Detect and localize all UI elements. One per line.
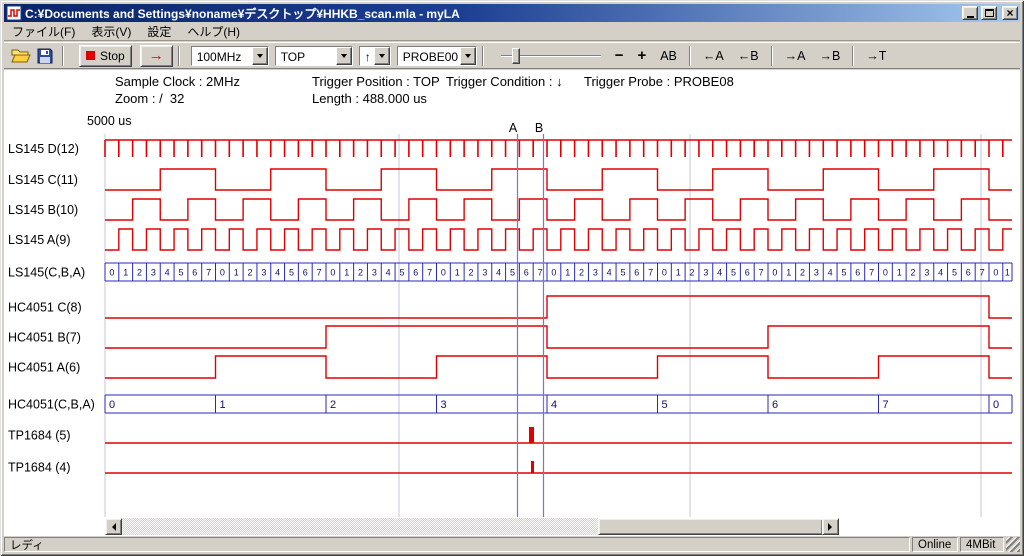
trigger-probe-info: Trigger Probe : PROBE08 (584, 74, 734, 89)
window-title: C:¥Documents and Settings¥noname¥デスクトップ¥… (25, 5, 959, 22)
zoom-slider-handle[interactable] (512, 48, 520, 64)
ab-markers-button[interactable]: AB (656, 47, 681, 65)
trigger-edge-combo[interactable]: ↑ (359, 46, 391, 66)
menu-item-help[interactable]: ヘルプ(H) (179, 21, 248, 42)
toolbar-separator (689, 46, 691, 66)
chevron-down-icon (465, 54, 471, 58)
open-folder-icon (11, 48, 31, 64)
trigger-probe-combo-dropdown[interactable] (460, 47, 476, 65)
run-button[interactable]: → (140, 45, 173, 67)
status-online: Online (912, 537, 958, 552)
trigger-position-combo-value: TOP (276, 47, 336, 65)
chevron-down-icon (257, 54, 263, 58)
scrollbar-thumb[interactable] (598, 518, 823, 535)
status-memory: 4MBit (960, 537, 1004, 552)
menu-bar: ファイル(F) 表示(V) 設定 ヘルプ(H) (4, 22, 1020, 41)
close-button[interactable]: × (1002, 6, 1018, 20)
app-window: C:¥Documents and Settings¥noname¥デスクトップ¥… (0, 0, 1024, 556)
run-arrow-icon: → (149, 48, 164, 63)
trigger-edge-combo-dropdown[interactable] (374, 47, 390, 65)
toolbar-separator (482, 46, 484, 66)
length-info: Length : 488.000 us (312, 91, 427, 106)
zoom-in-button[interactable]: + (633, 45, 650, 66)
trigger-position-info: Trigger Position : TOP (312, 74, 440, 89)
toolbar-separator (178, 46, 180, 66)
trigger-edge-combo-value: ↑ (360, 47, 374, 65)
save-button[interactable] (33, 45, 57, 67)
chevron-down-icon (379, 54, 385, 58)
goto-marker-a-right-button[interactable]: →A (781, 47, 810, 65)
trigger-position-combo-dropdown[interactable] (336, 47, 352, 65)
horizontal-scrollbar[interactable] (105, 518, 839, 535)
sample-clock-combo[interactable]: 100MHz (191, 46, 269, 66)
arrow-left-icon (108, 523, 116, 531)
scroll-right-button[interactable] (822, 518, 839, 535)
scroll-left-button[interactable] (105, 518, 122, 535)
toolbar-separator (852, 46, 854, 66)
zoom-info: Zoom : / 32 (115, 91, 184, 106)
toolbar-separator (62, 46, 64, 66)
open-file-button[interactable] (9, 45, 33, 67)
menu-item-view[interactable]: 表示(V) (83, 21, 139, 42)
trigger-condition-info: Trigger Condition : ↓ (446, 74, 563, 89)
status-message: レディ (4, 537, 910, 552)
arrow-right-icon (828, 523, 836, 531)
sample-clock-info: Sample Clock : 2MHz (115, 74, 240, 89)
resize-grip[interactable] (1006, 537, 1020, 552)
stop-button[interactable]: Stop (79, 45, 132, 67)
title-bar[interactable]: C:¥Documents and Settings¥noname¥デスクトップ¥… (4, 4, 1020, 22)
goto-marker-b-left-button[interactable]: ←B (734, 47, 763, 65)
goto-marker-a-left-button[interactable]: ←A (699, 47, 728, 65)
minimize-icon (967, 16, 974, 18)
toolbar-separator (771, 46, 773, 66)
chevron-down-icon (341, 54, 347, 58)
zoom-slider[interactable] (499, 45, 603, 67)
minimize-button[interactable] (962, 6, 978, 20)
maximize-icon (985, 9, 994, 17)
maximize-button[interactable] (981, 6, 997, 20)
goto-marker-b-right-button[interactable]: →B (815, 47, 844, 65)
sample-clock-combo-dropdown[interactable] (252, 47, 268, 65)
trigger-position-combo[interactable]: TOP (275, 46, 353, 66)
status-bar: レディ Online 4MBit (4, 537, 1020, 552)
toolbar: Stop → 100MHz TOP ↑ PROBE00 − + AB (4, 42, 1020, 69)
stop-label: Stop (100, 49, 125, 63)
menu-item-settings[interactable]: 設定 (139, 21, 179, 42)
sample-clock-combo-value: 100MHz (192, 47, 252, 65)
close-icon: × (1006, 7, 1013, 19)
trigger-probe-combo-value: PROBE00 (398, 47, 460, 65)
zoom-out-button[interactable]: − (611, 45, 628, 66)
goto-trigger-button[interactable]: →T (862, 47, 890, 65)
trigger-probe-combo[interactable]: PROBE00 (397, 46, 477, 66)
app-icon[interactable] (6, 5, 22, 21)
stop-icon (86, 51, 95, 60)
floppy-disk-icon (37, 48, 53, 64)
client-area (4, 70, 1020, 536)
menu-item-file[interactable]: ファイル(F) (4, 21, 83, 42)
